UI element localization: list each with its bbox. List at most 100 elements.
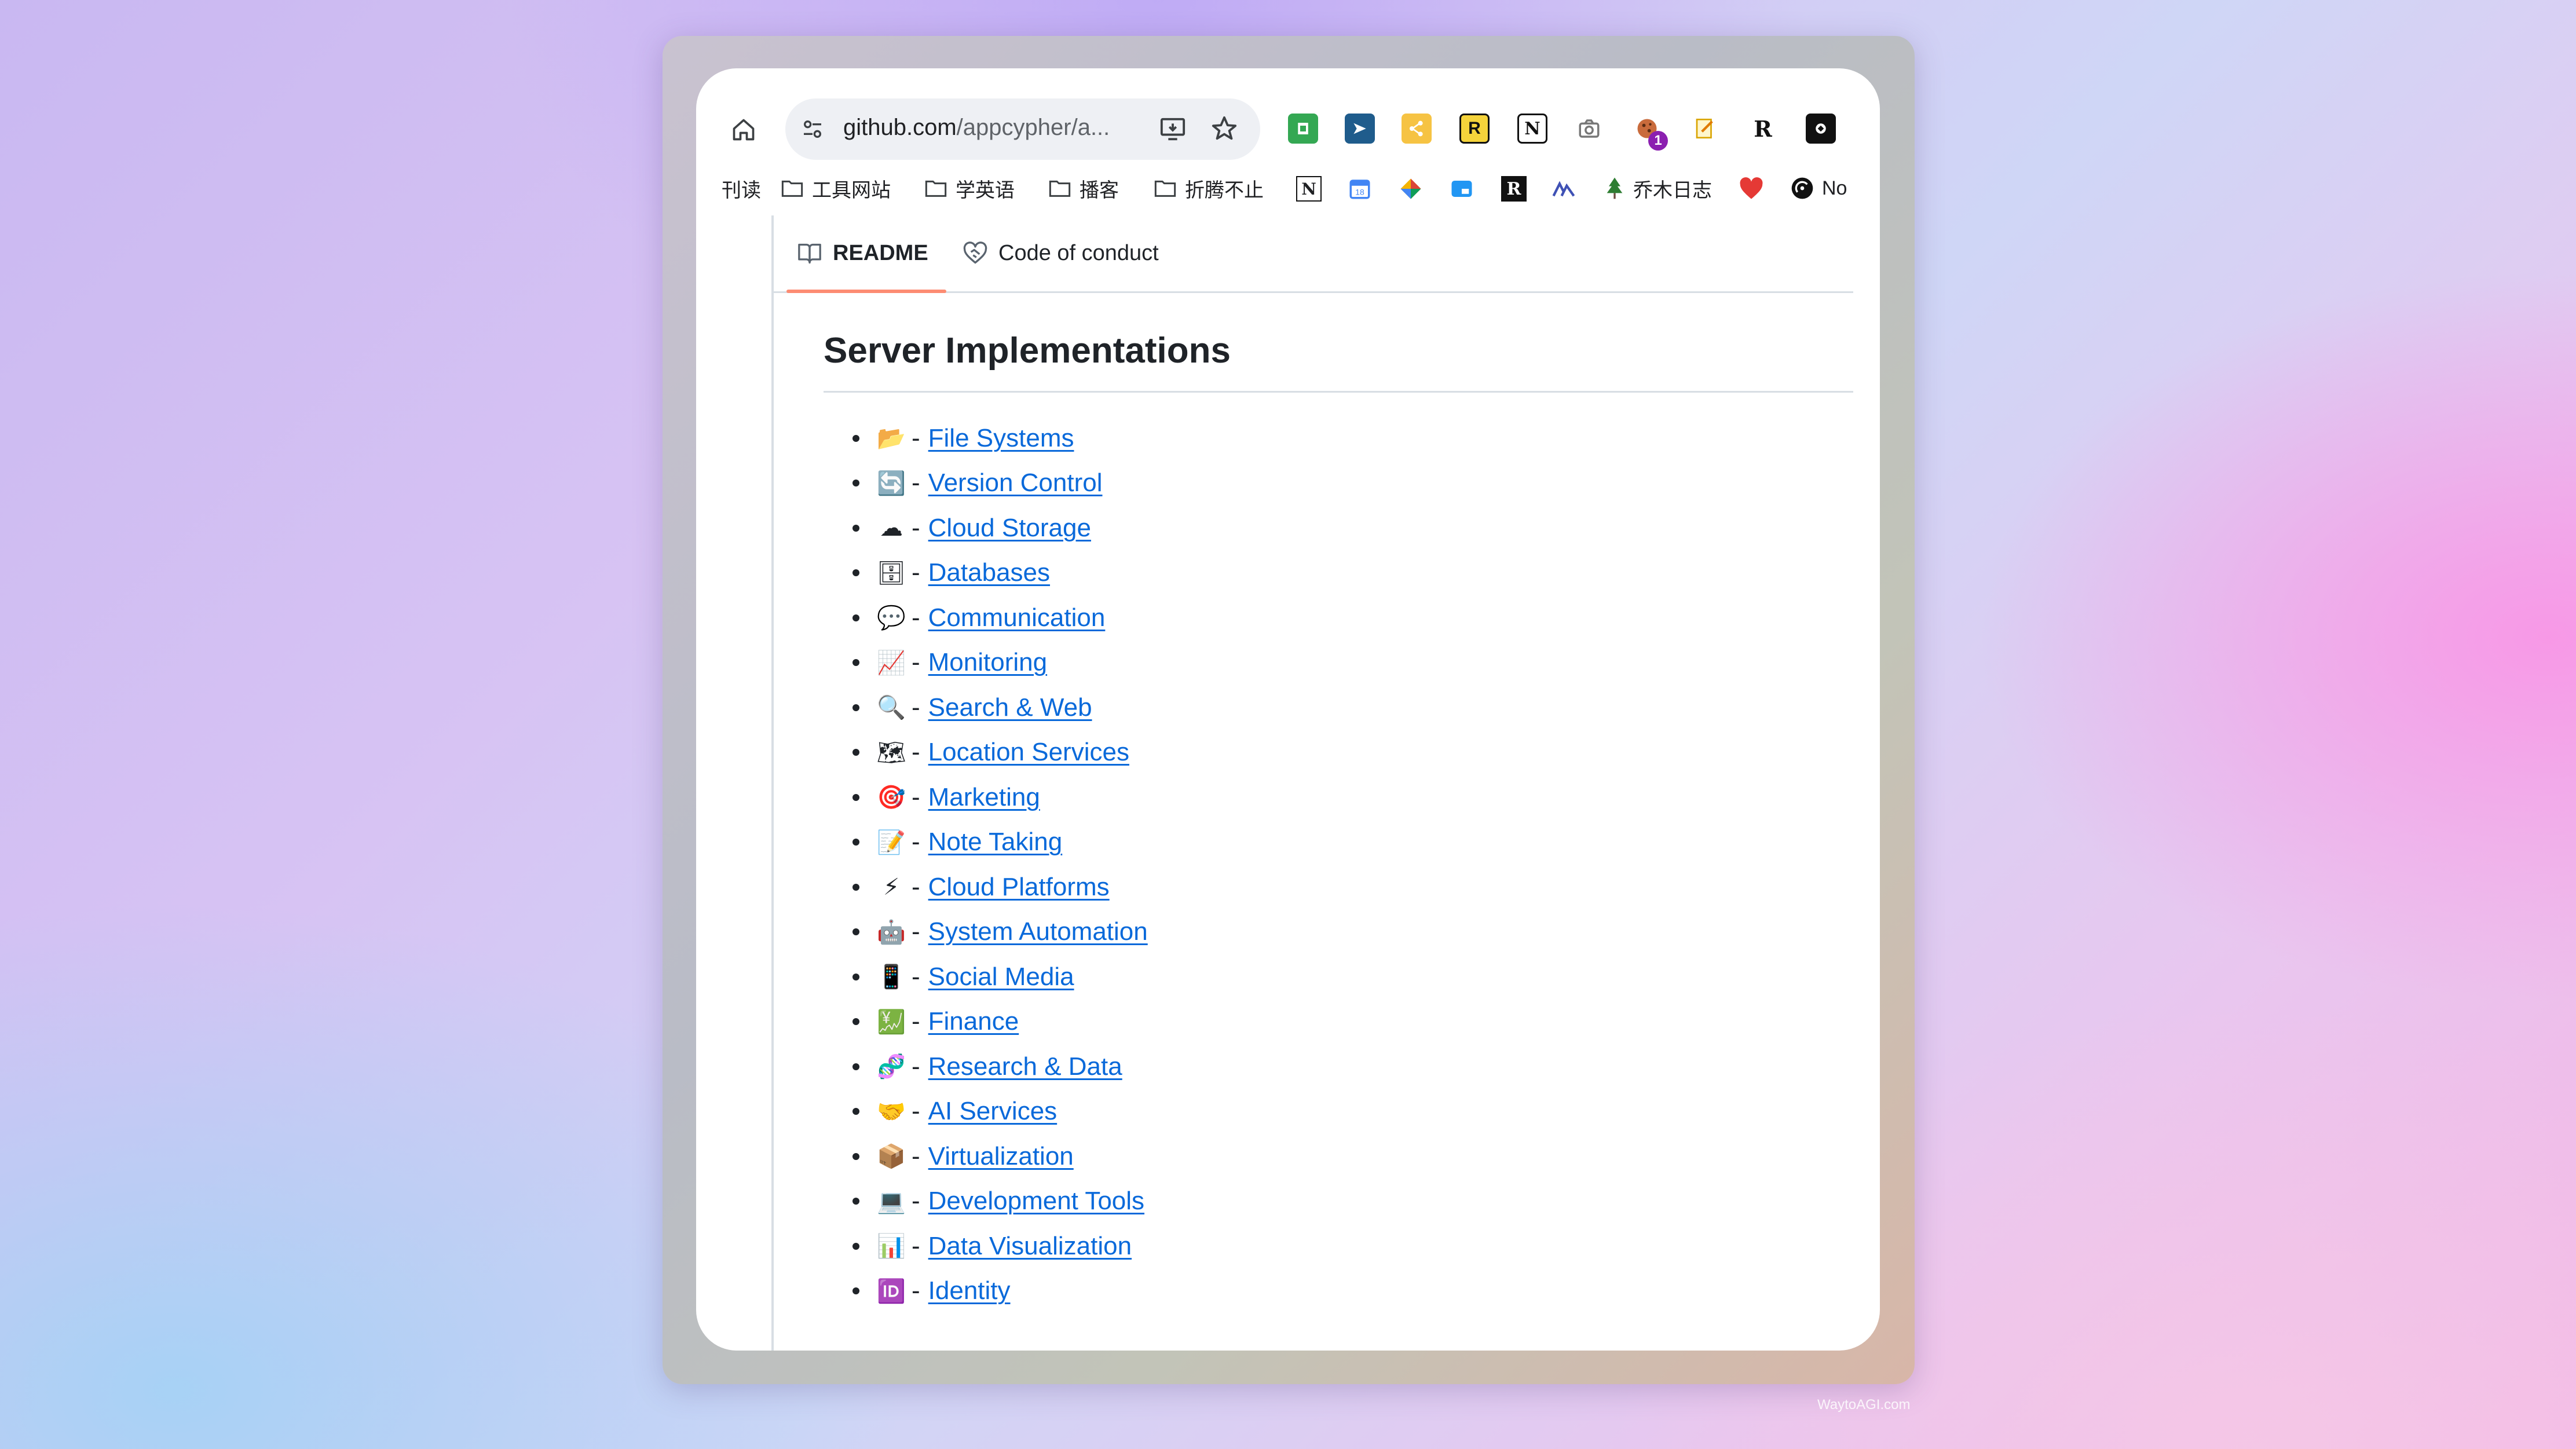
bullet xyxy=(852,839,859,846)
extension-share-icon[interactable] xyxy=(1402,114,1432,144)
extension-r-serif-icon[interactable]: R xyxy=(1748,114,1778,144)
extension-green-icon[interactable] xyxy=(1288,114,1318,144)
separator-dash: - xyxy=(912,1276,920,1305)
heart-handshake-icon xyxy=(963,241,987,264)
calendar-bookmark-icon[interactable]: 18 xyxy=(1347,176,1373,202)
list-item: 🎯 - Marketing xyxy=(852,775,1779,820)
notion-bookmark-icon[interactable]: N xyxy=(1296,176,1322,202)
site-settings-icon[interactable] xyxy=(797,114,828,145)
bookmark-folder[interactable]: 学英语 xyxy=(924,174,1015,203)
bookmark-item[interactable]: No xyxy=(1791,174,1847,203)
bullet xyxy=(852,928,859,936)
category-link[interactable]: Development Tools xyxy=(928,1187,1144,1216)
bookmark-item[interactable]: 乔木日志 xyxy=(1604,174,1712,203)
category-link[interactable]: Finance xyxy=(928,1007,1019,1036)
extension-black-icon[interactable] xyxy=(1806,114,1836,144)
bookmark-label: 工具网站 xyxy=(812,179,891,202)
category-link[interactable]: Virtualization xyxy=(928,1142,1074,1171)
category-emoji-icon: 📝 xyxy=(877,829,906,856)
category-link[interactable]: Marketing xyxy=(928,783,1040,812)
category-link[interactable]: Research & Data xyxy=(928,1052,1122,1081)
list-item: 💹 - Finance xyxy=(852,1000,1779,1045)
extension-camera-icon[interactable] xyxy=(1574,114,1604,144)
separator-dash: - xyxy=(912,1097,920,1126)
blue-card-bookmark-icon[interactable] xyxy=(1449,176,1474,202)
category-emoji-icon: 🔄 xyxy=(877,470,906,497)
category-emoji-icon: 🧬 xyxy=(877,1053,906,1081)
list-item: 📦 - Virtualization xyxy=(852,1134,1779,1179)
extension-notion-icon[interactable]: N xyxy=(1517,114,1547,144)
separator-dash: - xyxy=(912,1141,920,1170)
separator-dash: - xyxy=(912,648,920,677)
category-link[interactable]: Identity xyxy=(928,1276,1011,1305)
category-link[interactable]: Monitoring xyxy=(928,648,1047,677)
bullet xyxy=(852,1198,859,1205)
category-link[interactable]: File Systems xyxy=(928,424,1074,453)
install-app-icon[interactable] xyxy=(1156,112,1190,146)
extension-send-icon[interactable] xyxy=(1345,114,1375,144)
browser-toolbar: github.com/appcypher/a... R N 1 R xyxy=(696,98,1880,162)
category-emoji-icon: 🗄 xyxy=(876,559,906,587)
bullet xyxy=(852,1242,859,1250)
category-link[interactable]: Communication xyxy=(928,603,1106,632)
category-link[interactable]: Search & Web xyxy=(928,693,1092,722)
category-emoji-icon: 💬 xyxy=(877,605,906,632)
separator-dash: - xyxy=(912,1231,920,1260)
list-item: 🤝 - AI Services xyxy=(852,1089,1779,1135)
address-bar[interactable]: github.com/appcypher/a... xyxy=(785,98,1260,160)
active-tab-underline xyxy=(786,290,946,293)
bullet xyxy=(852,569,859,577)
bullet xyxy=(852,1108,859,1115)
category-emoji-icon: 🗺 xyxy=(876,739,906,766)
home-button[interactable] xyxy=(725,111,762,148)
separator-dash: - xyxy=(912,603,920,632)
heart-bookmark-icon[interactable] xyxy=(1739,176,1764,202)
category-link[interactable]: Note Taking xyxy=(928,828,1063,857)
category-link[interactable]: Social Media xyxy=(928,963,1074,991)
bullet xyxy=(852,659,859,667)
bookmark-label: 学英语 xyxy=(956,179,1015,202)
tab-code-of-conduct[interactable]: Code of conduct xyxy=(963,233,1159,273)
url-text[interactable]: github.com/appcypher/a... xyxy=(843,115,1110,141)
bookmark-star-icon[interactable] xyxy=(1207,111,1242,146)
category-link[interactable]: Location Services xyxy=(928,738,1129,767)
bullet xyxy=(852,524,859,532)
separator-dash: - xyxy=(912,423,920,452)
category-emoji-icon: ⚡ xyxy=(883,873,900,901)
extension-badge: 1 xyxy=(1648,131,1668,151)
bookmark-item[interactable]: 刊读 xyxy=(722,174,761,203)
category-link[interactable]: Cloud Storage xyxy=(928,514,1091,543)
mountain-bookmark-icon[interactable] xyxy=(1551,176,1576,202)
list-item: ⚡ - Cloud Platforms xyxy=(852,865,1779,910)
category-emoji-icon: 📱 xyxy=(877,964,906,991)
category-link[interactable]: Cloud Platforms xyxy=(928,873,1110,902)
bookmark-label: No xyxy=(1822,177,1847,199)
category-link[interactable]: Version Control xyxy=(928,469,1103,497)
category-link[interactable]: AI Services xyxy=(928,1097,1058,1126)
readme-tabs: README Code of conduct xyxy=(774,215,1853,293)
extension-r-yellow-icon[interactable]: R xyxy=(1459,114,1490,144)
bullet xyxy=(852,973,859,980)
separator-dash: - xyxy=(912,782,920,811)
category-link[interactable]: System Automation xyxy=(928,917,1148,946)
colorful-diamond-bookmark-icon[interactable] xyxy=(1398,176,1424,202)
bookmark-folder[interactable]: 工具网站 xyxy=(781,174,891,203)
list-item: 🧬 - Research & Data xyxy=(852,1044,1779,1089)
extension-notepad-icon[interactable] xyxy=(1690,114,1720,144)
separator-dash: - xyxy=(912,469,920,497)
separator-dash: - xyxy=(912,1052,920,1081)
bookmark-folder[interactable]: 折腾不止 xyxy=(1154,174,1264,203)
category-link[interactable]: Data Visualization xyxy=(928,1232,1132,1261)
category-link[interactable]: Databases xyxy=(928,558,1050,587)
category-emoji-icon: 📈 xyxy=(877,649,906,676)
r-bookmark-icon[interactable]: R xyxy=(1501,176,1527,202)
category-emoji-icon: 🔍 xyxy=(877,694,906,722)
tab-readme[interactable]: README xyxy=(797,233,928,273)
list-item: ☁ - Cloud Storage xyxy=(852,506,1779,551)
extension-cookie-icon[interactable]: 1 xyxy=(1632,114,1668,151)
folder-icon xyxy=(1049,180,1071,197)
bookmark-folder[interactable]: 播客 xyxy=(1048,174,1119,203)
category-emoji-icon: 🤝 xyxy=(877,1098,906,1125)
bullet xyxy=(852,480,859,487)
content-left-border xyxy=(771,215,774,1351)
